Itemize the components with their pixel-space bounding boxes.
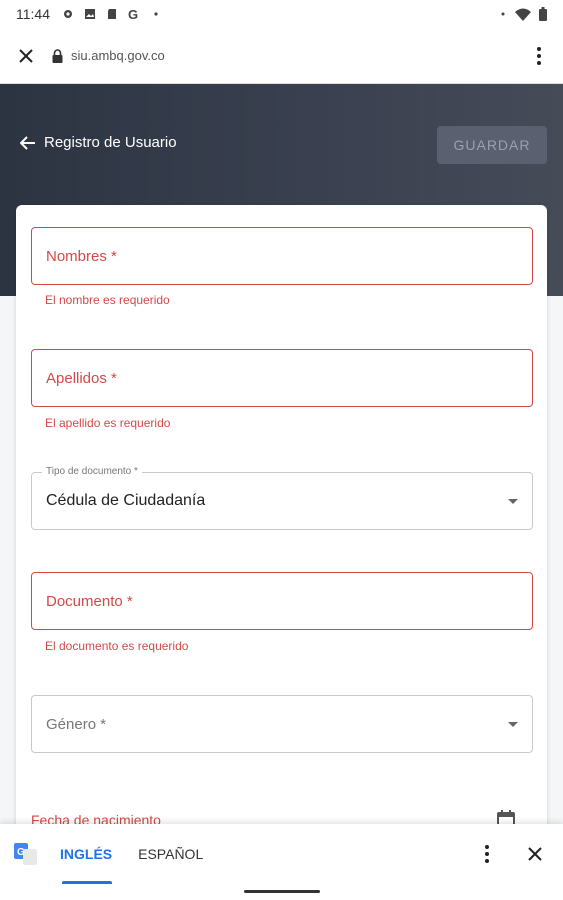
gear-icon bbox=[64, 10, 72, 18]
documento-field[interactable]: Documento * bbox=[31, 572, 533, 630]
translate-menu-button[interactable] bbox=[467, 845, 507, 863]
close-icon bbox=[528, 847, 542, 861]
google-icon: G bbox=[128, 8, 138, 20]
dot-icon bbox=[501, 12, 505, 16]
genero-label: Género * bbox=[46, 715, 107, 733]
more-vert-icon bbox=[537, 46, 541, 65]
save-button[interactable]: GUARDAR bbox=[437, 126, 547, 164]
more-vert-icon bbox=[485, 845, 489, 863]
battery-icon bbox=[539, 7, 547, 21]
nombres-error: El nombre es requerido bbox=[45, 293, 170, 307]
dot-icon bbox=[154, 12, 158, 16]
lang-tab-espanol[interactable]: ESPAÑOL bbox=[138, 824, 203, 884]
google-translate-icon: G bbox=[14, 843, 37, 865]
arrow-left-icon bbox=[20, 135, 35, 150]
translate-close-button[interactable] bbox=[507, 846, 563, 862]
url-bar[interactable]: siu.ambq.gov.co bbox=[52, 48, 165, 63]
svg-text:G: G bbox=[17, 847, 25, 858]
browser-toolbar: siu.ambq.gov.co bbox=[0, 28, 563, 84]
dropdown-arrow-icon bbox=[508, 498, 518, 504]
tipo-documento-value: Cédula de Ciudadanía bbox=[46, 492, 206, 509]
status-time: 11:44 bbox=[16, 6, 50, 22]
page-title: Registro de Usuario bbox=[44, 134, 177, 151]
browser-menu-button[interactable] bbox=[515, 46, 563, 65]
status-bar: 11:44 G bbox=[0, 0, 563, 28]
genero-select[interactable]: Género * bbox=[31, 695, 533, 753]
nombres-label: Nombres * bbox=[46, 247, 117, 265]
close-icon bbox=[19, 48, 33, 63]
sd-card-icon bbox=[108, 9, 116, 19]
home-gesture-handle[interactable] bbox=[244, 890, 320, 893]
close-tab-button[interactable] bbox=[0, 48, 52, 64]
apellidos-field[interactable]: Apellidos * bbox=[31, 349, 533, 407]
lang-tab-ingles[interactable]: INGLÉS bbox=[60, 824, 113, 884]
tipo-documento-label: Tipo de documento * bbox=[42, 466, 142, 477]
wifi-icon bbox=[515, 8, 531, 21]
image-icon bbox=[85, 9, 95, 19]
svg-text:G: G bbox=[128, 8, 138, 20]
documento-error: El documento es requerido bbox=[45, 639, 189, 653]
lock-icon bbox=[52, 48, 63, 63]
nombres-field[interactable]: Nombres * bbox=[31, 227, 533, 285]
apellidos-error: El apellido es requerido bbox=[45, 416, 171, 430]
dropdown-arrow-icon bbox=[508, 721, 518, 727]
url-text: siu.ambq.gov.co bbox=[71, 48, 165, 63]
translate-bar: G INGLÉS ESPAÑOL bbox=[0, 824, 563, 884]
form-card: Nombres * El nombre es requerido Apellid… bbox=[16, 205, 547, 900]
documento-label: Documento * bbox=[46, 592, 133, 610]
apellidos-label: Apellidos * bbox=[46, 369, 117, 387]
back-button[interactable]: Registro de Usuario bbox=[20, 134, 177, 151]
tipo-documento-select[interactable]: Tipo de documento * Cédula de Ciudadanía bbox=[31, 466, 533, 530]
